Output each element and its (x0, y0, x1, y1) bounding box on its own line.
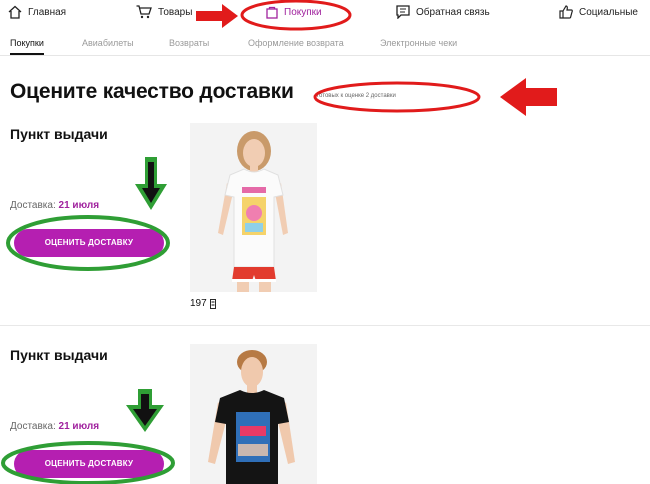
highlight-ellipse (313, 81, 481, 113)
down-arrow-icon (135, 157, 167, 210)
annotation-overlay (1, 0, 557, 484)
red-arrow-icon (500, 78, 557, 116)
red-arrow-icon (196, 4, 238, 28)
down-arrow-icon (126, 389, 164, 432)
highlight-ellipse (1, 441, 175, 484)
highlight-ellipse (240, 0, 352, 31)
highlight-ellipse (6, 215, 170, 271)
